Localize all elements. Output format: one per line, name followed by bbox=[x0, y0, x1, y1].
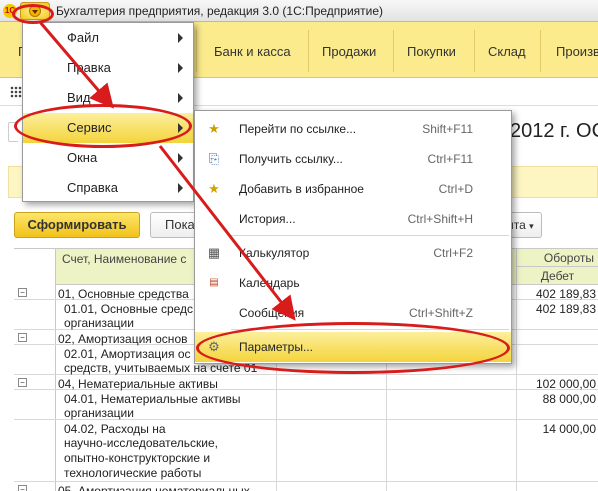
header-turnover: Обороты bbox=[516, 249, 598, 267]
menu-item-file[interactable]: Файл bbox=[23, 23, 193, 53]
table-row[interactable]: − 04, Нематериальные активы 102 000,00 bbox=[14, 375, 598, 391]
section-divider bbox=[308, 30, 309, 72]
menu-item-edit[interactable]: Правка bbox=[23, 53, 193, 83]
row-account-cont: организации bbox=[64, 316, 134, 330]
section-divider bbox=[196, 30, 197, 72]
annotation-ellipse-parameters bbox=[196, 322, 510, 374]
collapse-icon[interactable]: − bbox=[18, 333, 27, 342]
calendar-icon: ▤ bbox=[209, 277, 219, 288]
section-purchases[interactable]: Покупки bbox=[407, 44, 456, 59]
section-divider bbox=[540, 30, 541, 72]
section-sales[interactable]: Продажи bbox=[322, 44, 376, 59]
menu-item-go-to-link[interactable]: ★ Перейти по ссылке... Shift+F11 bbox=[195, 114, 511, 144]
menu-item-label: История... bbox=[239, 212, 296, 226]
menu-item-calculator[interactable]: ▦ Калькулятор Ctrl+F2 bbox=[195, 238, 511, 268]
row-account: 05, Амортизация нематериальных bbox=[58, 484, 250, 491]
menu-item-label: Добавить в избранное bbox=[239, 182, 364, 196]
menu-item-label: Календарь bbox=[239, 276, 300, 290]
menu-item-label: Перейти по ссылке... bbox=[239, 122, 357, 136]
menu-item-label: Сообщения bbox=[239, 306, 305, 320]
show-settings-button[interactable]: Пока bbox=[150, 212, 200, 238]
table-row[interactable]: 04.01, Нематериальные активы организации… bbox=[14, 390, 598, 420]
section-divider bbox=[393, 30, 394, 72]
menu-item-label: Получить ссылку... bbox=[239, 152, 343, 166]
menu-item-label: Окна bbox=[67, 150, 98, 165]
menu-item-history[interactable]: История... Ctrl+Shift+H bbox=[195, 204, 511, 234]
menu-item-shortcut: Ctrl+Shift+H bbox=[407, 212, 473, 226]
form-title: 2012 г. ОС bbox=[510, 120, 598, 142]
menu-item-shortcut: Shift+F11 bbox=[422, 122, 473, 136]
menu-item-get-link[interactable]: ⎘ Получить ссылку... Ctrl+F11 bbox=[195, 144, 511, 174]
menu-item-help[interactable]: Справка bbox=[23, 173, 193, 203]
row-debit: 402 189,83 bbox=[535, 287, 596, 301]
table-row[interactable]: 04.02, Расходы на научно-исследовательск… bbox=[14, 420, 598, 482]
chevron-right-icon bbox=[178, 63, 183, 73]
generate-button[interactable]: Сформировать bbox=[14, 212, 140, 238]
section-warehouse[interactable]: Склад bbox=[488, 44, 526, 59]
menu-item-calendar[interactable]: ▤ Календарь bbox=[195, 268, 511, 298]
section-divider bbox=[474, 30, 475, 72]
title-bar: 1С Бухгалтерия предприятия, редакция 3.0… bbox=[0, 0, 598, 22]
menu-item-shortcut: Ctrl+Shift+Z bbox=[408, 306, 473, 320]
chevron-right-icon bbox=[178, 153, 183, 163]
row-account-cont: организации bbox=[64, 406, 134, 420]
section-production[interactable]: Произв bbox=[556, 44, 598, 59]
function-menu-icon[interactable] bbox=[10, 86, 22, 98]
annotation-ellipse-menu bbox=[12, 4, 54, 24]
go-to-link-icon: ★ bbox=[208, 121, 220, 136]
menu-item-label: Файл bbox=[67, 30, 99, 45]
row-debit: 102 000,00 bbox=[535, 377, 596, 391]
row-debit: 402 189,83 bbox=[535, 302, 596, 316]
collapse-icon[interactable]: − bbox=[18, 485, 27, 491]
get-link-icon: ⎘ bbox=[208, 151, 220, 166]
section-bank[interactable]: Банк и касса bbox=[214, 44, 291, 59]
header-debit: Дебет bbox=[516, 267, 598, 285]
annotation-ellipse-service bbox=[14, 104, 192, 148]
calculator-icon: ▦ bbox=[207, 245, 221, 260]
row-account-cont: технологические работы bbox=[64, 466, 202, 480]
row-debit: 88 000,00 bbox=[542, 392, 596, 406]
chevron-down-icon: ▾ bbox=[529, 221, 534, 231]
menu-item-label: Вид bbox=[67, 90, 91, 105]
menu-item-shortcut: Ctrl+D bbox=[438, 182, 473, 196]
menu-item-shortcut: Ctrl+F11 bbox=[427, 152, 473, 166]
collapse-icon[interactable]: − bbox=[18, 378, 27, 387]
menu-item-shortcut: Ctrl+F2 bbox=[433, 246, 473, 260]
menu-separator bbox=[231, 235, 509, 236]
menu-item-label: Правка bbox=[67, 60, 111, 75]
chevron-right-icon bbox=[178, 33, 183, 43]
row-debit: 14 000,00 bbox=[542, 422, 596, 436]
menu-item-add-favorite[interactable]: ★ Добавить в избранное Ctrl+D bbox=[195, 174, 511, 204]
add-favorite-icon: ★ bbox=[208, 181, 220, 196]
table-row[interactable]: − 05, Амортизация нематериальных bbox=[14, 482, 598, 491]
window-title: Бухгалтерия предприятия, редакция 3.0 (1… bbox=[56, 4, 384, 18]
chevron-right-icon bbox=[178, 93, 183, 103]
chevron-right-icon bbox=[178, 183, 183, 193]
menu-item-label: Калькулятор bbox=[239, 246, 310, 260]
menu-item-label: Справка bbox=[67, 180, 118, 195]
collapse-icon[interactable]: − bbox=[18, 288, 27, 297]
